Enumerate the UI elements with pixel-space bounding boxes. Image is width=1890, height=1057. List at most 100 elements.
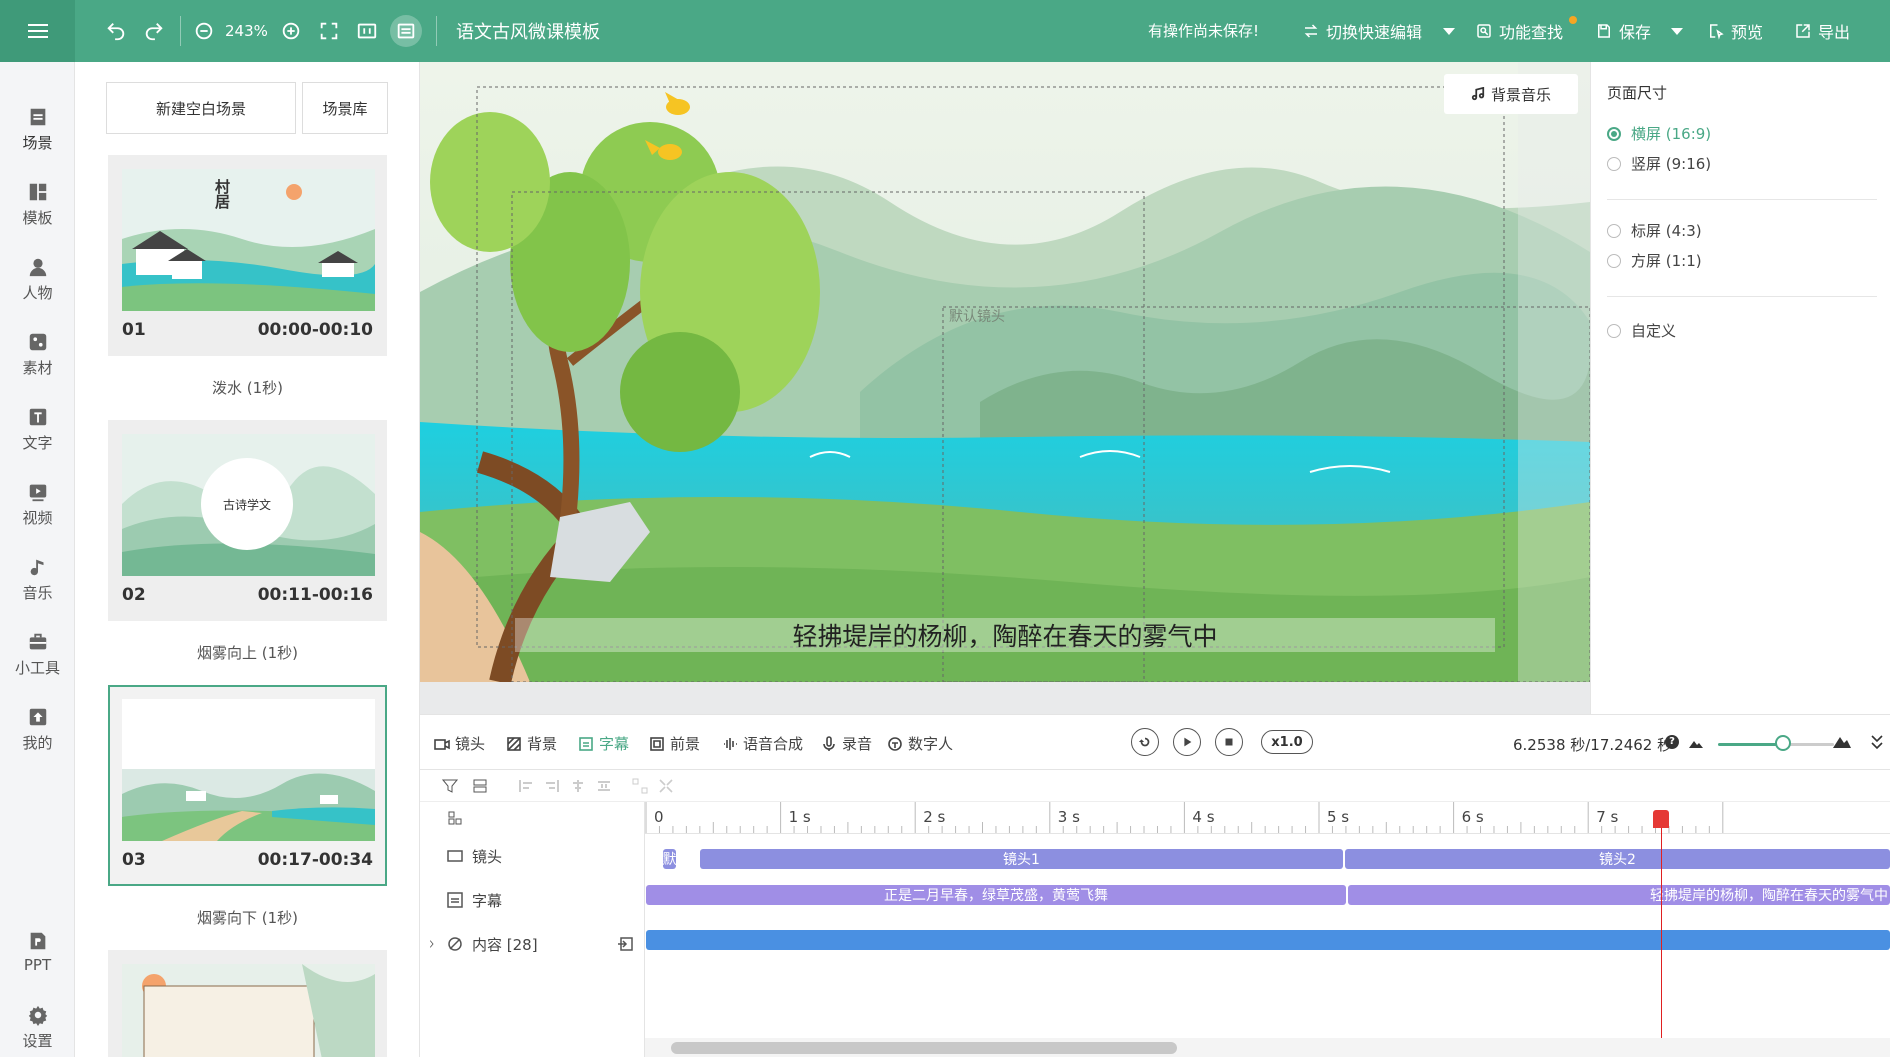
camera-icon (447, 850, 463, 862)
material-icon (29, 333, 46, 351)
distribute-icon[interactable] (596, 778, 612, 794)
new-blank-scene-button[interactable]: 新建空白场景 (106, 82, 296, 134)
background-music-button[interactable]: 背景音乐 (1444, 74, 1578, 114)
track-lens[interactable]: 镜头 (420, 834, 645, 878)
tab-record[interactable]: 录音 (821, 733, 872, 754)
scene-transition[interactable]: 泼水 (1秒) (108, 377, 387, 398)
app-root: 243% 语文古风微课模板 有操作尚未保存! 切换快速编辑 功能查找 保存 预览… (0, 0, 1890, 1057)
tab-lens[interactable]: 镜头 (434, 733, 485, 754)
tab-background[interactable]: 背景 (506, 733, 557, 754)
undo-icon[interactable] (103, 18, 129, 44)
timeline-scrollbar[interactable] (645, 1038, 1890, 1057)
help-icon[interactable]: ? (1665, 735, 1679, 749)
zoom-in-timeline-icon[interactable] (1833, 735, 1851, 749)
export-button[interactable]: 导出 (1794, 18, 1850, 44)
scene-card-02[interactable]: 古诗学文 02 00:11-00:16 (108, 420, 387, 621)
nav-label: PPT (23, 956, 52, 974)
tab-digital-human[interactable]: 数字人 (887, 733, 953, 754)
scene-transition[interactable]: 烟雾向下 (1秒) (108, 907, 387, 928)
zoom-out-icon[interactable] (191, 18, 217, 44)
stop-button[interactable] (1215, 728, 1243, 756)
scrollbar-thumb[interactable] (671, 1042, 1177, 1054)
subtitle-icon[interactable] (390, 15, 422, 47)
lens-clip-default[interactable]: 默 (663, 849, 676, 869)
nav-music[interactable]: 音乐 (0, 548, 75, 612)
tab-subtitle[interactable]: 字幕 (578, 733, 629, 754)
playhead[interactable] (1661, 810, 1662, 1042)
subtitle-text[interactable]: 轻拂堤岸的杨柳，陶醉在春天的雾气中 (515, 618, 1495, 652)
tab-foreground[interactable]: 前景 (649, 733, 700, 754)
option-label: 方屏 (1:1) (1631, 252, 1702, 270)
tab-label: 语音合成 (743, 735, 804, 753)
top-toolbar: 243% 语文古风微课模板 有操作尚未保存! 切换快速编辑 功能查找 保存 预览… (0, 0, 1890, 62)
scene-card-03[interactable]: 03 00:17-00:34 (108, 685, 387, 886)
filter-icon[interactable] (442, 778, 458, 794)
merge-icon[interactable] (658, 778, 674, 794)
lens-clip-1[interactable]: 镜头1 (700, 849, 1343, 869)
nav-scene[interactable]: 场景 (0, 98, 75, 162)
save-button[interactable]: 保存 (1595, 18, 1651, 44)
track-content[interactable]: 内容 [28] (420, 922, 645, 966)
chevron-right-icon[interactable] (428, 935, 438, 953)
timeline-ruler[interactable]: 0 1 s 2 s 3 s 4 s 5 s 6 s 7 s (645, 802, 1890, 834)
ratio-icon[interactable] (354, 18, 380, 44)
nav-mine[interactable]: 我的 (0, 698, 75, 762)
group-icon[interactable] (472, 778, 488, 794)
lens-clip-2[interactable]: 镜头2 (1345, 849, 1890, 869)
stage[interactable]: 默认镜头 轻拂堤岸的杨柳，陶醉在春天的雾气中 背景音乐 (420, 62, 1590, 682)
nav-toolbox[interactable]: 小工具 (0, 623, 75, 687)
scene-library-button[interactable]: 场景库 (302, 82, 388, 134)
size-option-custom[interactable]: 自定义 (1607, 320, 1676, 341)
exit-icon[interactable] (617, 935, 635, 953)
zoom-out-timeline-icon[interactable] (1689, 739, 1703, 749)
size-option-9-16[interactable]: 竖屏 (9:16) (1607, 153, 1711, 174)
notification-dot (1569, 16, 1577, 24)
playhead-handle[interactable] (1653, 810, 1669, 828)
align-left-icon[interactable] (518, 778, 534, 794)
align-right-icon[interactable] (544, 778, 560, 794)
grid-icon[interactable] (447, 810, 463, 826)
menu-icon[interactable] (0, 0, 75, 62)
option-label: 竖屏 (9:16) (1631, 155, 1712, 173)
feature-search-button[interactable]: 功能查找 (1475, 18, 1563, 44)
scene-card-04[interactable] (108, 950, 387, 1057)
collapse-icon[interactable] (1870, 733, 1884, 751)
scene-card-01[interactable]: 村居 01 00:00-00:10 (108, 155, 387, 356)
nav-template[interactable]: 模板 (0, 173, 75, 237)
nav-material[interactable]: 素材 (0, 323, 75, 387)
timeline-zoom-slider[interactable] (1775, 735, 1791, 751)
tab-tts[interactable]: 语音合成 (722, 733, 803, 754)
track-subtitle[interactable]: 字幕 (420, 878, 645, 922)
nav-ppt[interactable]: PPT (0, 922, 75, 986)
size-option-16-9[interactable]: 横屏 (16:9) (1607, 123, 1711, 144)
chevron-down-icon[interactable] (1671, 28, 1683, 35)
save-icon (1598, 24, 1610, 38)
speed-button[interactable]: x1.0 (1261, 730, 1313, 754)
zoom-in-icon[interactable] (278, 18, 304, 44)
split-icon[interactable] (632, 778, 648, 794)
ruler-tick-label: 4 s (1192, 808, 1215, 826)
size-option-1-1[interactable]: 方屏 (1:1) (1607, 250, 1702, 271)
align-center-icon[interactable] (570, 778, 586, 794)
subtitle-clip-1[interactable]: 正是二月早春，绿草茂盛，黄莺飞舞 (646, 885, 1346, 905)
nav-video[interactable]: 视频 (0, 473, 75, 537)
content-clip[interactable] (646, 930, 1890, 950)
play-button[interactable] (1173, 728, 1201, 756)
nav-text[interactable]: 文字 (0, 398, 75, 462)
subtitle-clip-2[interactable]: 轻拂堤岸的杨柳，陶醉在春天的雾气中 (1348, 885, 1890, 905)
option-label: 自定义 (1631, 322, 1677, 340)
replay-button[interactable] (1131, 728, 1159, 756)
scene-transition[interactable]: 烟雾向上 (1秒) (108, 642, 387, 663)
quick-edit-button[interactable]: 切换快速编辑 (1302, 18, 1422, 44)
fullscreen-icon[interactable] (316, 18, 342, 44)
nav-person[interactable]: 人物 (0, 248, 75, 312)
chevron-down-icon[interactable] (1443, 28, 1455, 35)
preview-button[interactable]: 预览 (1707, 18, 1763, 44)
nav-settings[interactable]: 设置 (0, 996, 75, 1057)
divider (1607, 296, 1877, 297)
document-title[interactable]: 语文古风微课模板 (456, 18, 600, 44)
page-size-panel: 页面尺寸 横屏 (16:9) 竖屏 (9:16) 标屏 (4:3) 方屏 (1:… (1590, 62, 1890, 714)
redo-icon[interactable] (141, 18, 167, 44)
size-option-4-3[interactable]: 标屏 (4:3) (1607, 220, 1702, 241)
tab-label: 背景 (527, 735, 558, 753)
